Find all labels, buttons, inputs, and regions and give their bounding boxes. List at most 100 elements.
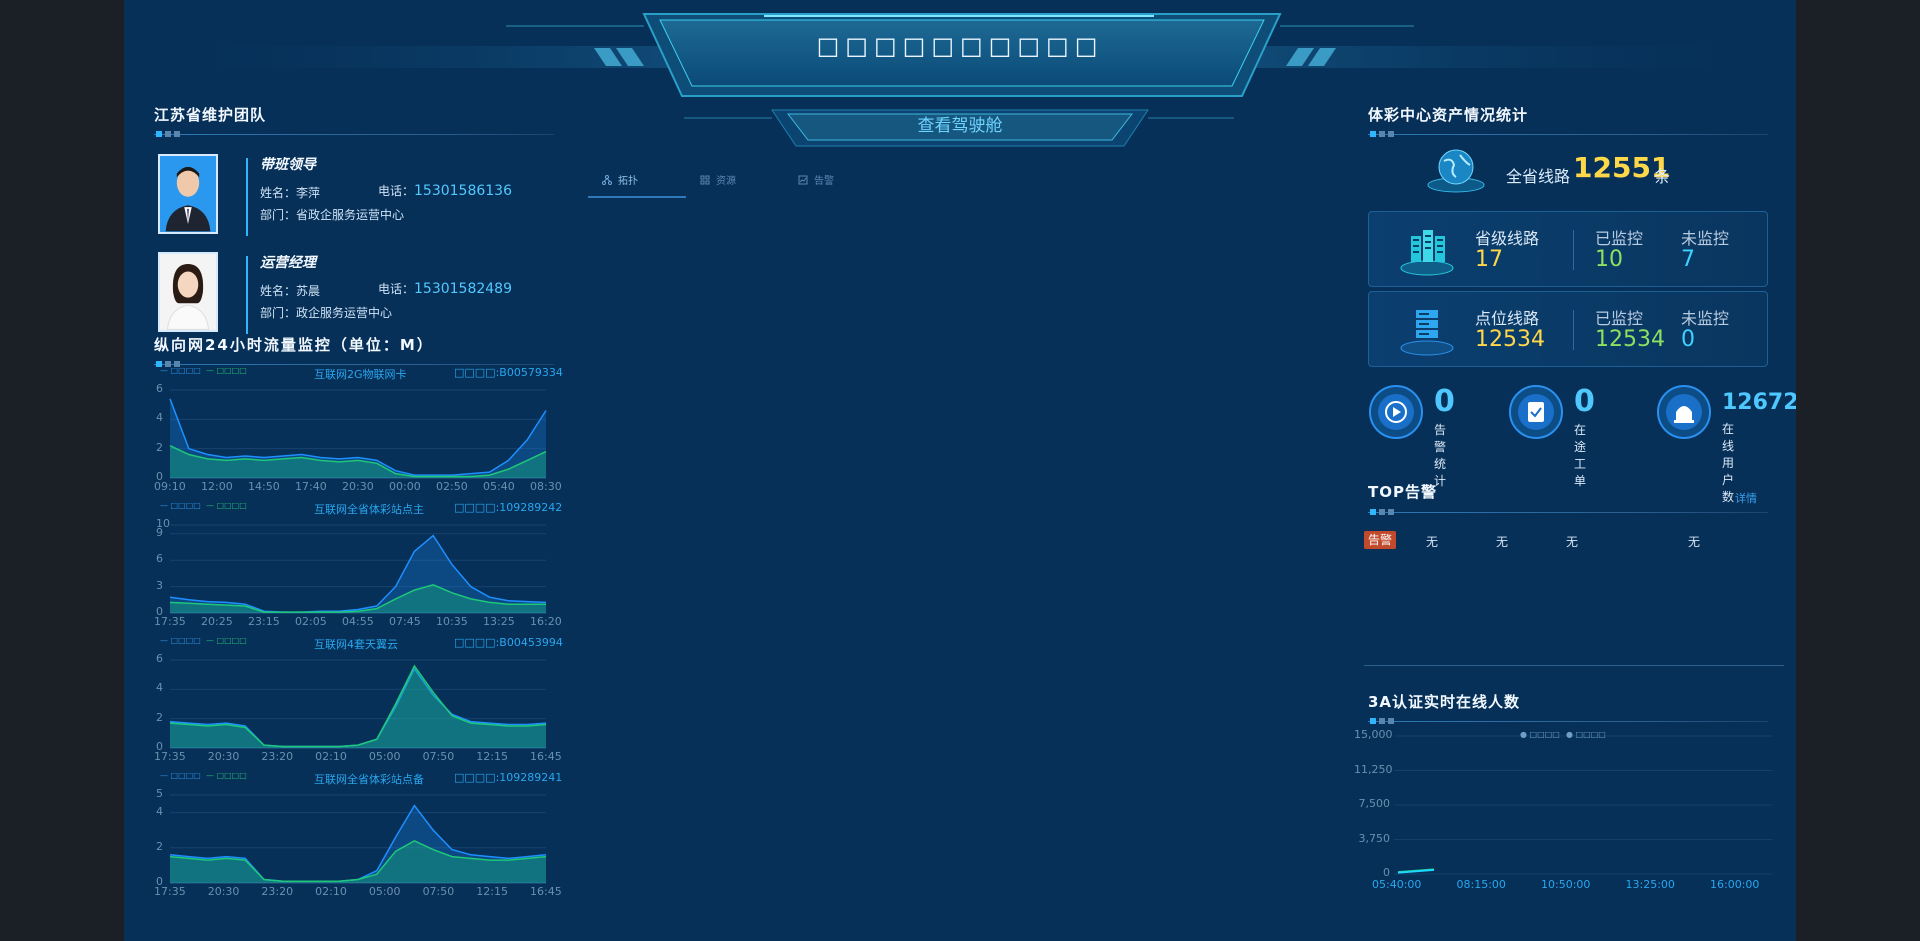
alarm-cell: 无 [1496,535,1509,549]
x-tick-label: 23:20 [261,750,294,763]
x-tick-label: 08:15:00 [1456,878,1506,891]
site-monitored-label: 已监控 [1595,309,1644,328]
page-title: □□□□□□□□□□ [816,32,1104,60]
province-lines-label: 省级线路 [1475,229,1540,248]
province-lines-box: 省级线路 17 已监控 10 未监控 7 [1368,211,1768,287]
chart-circuit-id: □□□□:109289241 [454,771,563,784]
traffic-chart-2: — □□□□ — □□□□ 互联网全省体彩站点主 □□□□:109289242 0 3 6 9… [154,501,562,636]
site-lines-value: 12534 [1475,327,1545,352]
chart-circuit-id: □□□□:B00579334 [454,366,563,379]
province-monitored-label: 已监控 [1595,229,1644,248]
alarm-cell: 无 [1566,535,1579,549]
chart-circuit-id: □□□□:B00453994 [454,636,563,649]
tab-alarm[interactable]: 告警 [784,172,882,198]
x-tick-label: 20:30 [207,885,240,898]
detail-link[interactable]: 详情 [1735,490,1757,506]
x-tick-label: 17:35 [154,750,186,763]
top-alarm-underline [1368,508,1768,518]
clipboard-icon [1509,385,1563,439]
view-cockpit-button[interactable]: 查看驾驶舱 [840,111,1080,136]
y-tick-label: 2 [156,440,163,454]
grid-icon [700,175,710,185]
traffic-chart-4: — □□□□ — □□□□ 互联网全省体彩站点备 □□□□:109289241 0 2 4 5… [154,771,562,906]
legend-inflow: — □□□□ [160,636,201,645]
leader-role: 带班领导 [260,157,316,173]
x-tick-label: 17:35 [154,885,186,898]
chart-title: 互联网全省体彩站点主 [314,503,424,516]
site-lines-box: 点位线路 12534 已监控 12534 未监控 0 [1368,291,1768,367]
legend-series-b: ● □□□□ [1566,730,1606,739]
legend-outflow: — □□□□ [206,501,247,510]
section-divider [1364,665,1784,666]
leader-photo [158,154,218,234]
leader-dept: 部门：省政企服务运营中心 [260,208,405,222]
online-users-chart: ● □□□□ ● □□□□ 0 3,750 7,500 11,250 15,000 05:40… [1352,724,1782,900]
legend-inflow: — □□□□ [160,366,201,375]
leader-accent-bar [246,158,248,236]
x-tick-label: 02:10 [315,885,347,898]
x-tick-label: 16:00:00 [1710,878,1760,891]
total-lines-row: 全省线路 12551 条 [1424,145,1724,195]
team-title-underline [154,130,554,140]
leader-card: 带班领导 姓名：李萍 电话：15301586136 部门：省政企服务运营中心 [154,154,534,246]
dashboard-stage: □□□□□□□□□□ 查看驾驶舱 江苏省维护团队 带班领导 姓名：李萍 电话：1… [124,0,1796,941]
online-plot [1394,735,1772,875]
divider [1573,230,1574,270]
chart-title: 互联网2G物联网卡 [314,368,407,381]
alarm-tag: 告警 [1364,531,1396,549]
y-tick-label: 2 [156,710,163,724]
asset-title-underline [1368,130,1768,140]
x-tick-label: 12:00 [201,480,233,493]
workorder-count: 0 [1574,384,1595,419]
series-area [170,840,546,883]
y-tick-label: 2 [156,839,163,853]
manager-role: 运营经理 [260,255,316,271]
play-icon [1369,385,1423,439]
alarm-cell: 无 [1688,535,1701,549]
legend-outflow: — □□□□ [206,771,247,780]
traffic-section-title: 纵向网24小时流量监控（单位：M） [154,336,434,354]
manager-name: 姓名：苏晨 [260,284,321,298]
x-tick-label: 12:15 [476,885,508,898]
y-tick-label: 6 [156,552,163,566]
divider [1573,310,1574,350]
x-tick-label: 05:40 [483,480,515,493]
y-tick-label: 15,000 [1354,728,1393,741]
y-tick-label: 7,500 [1358,797,1391,810]
x-tick-label: 20:30 [207,750,240,763]
site-monitored-value: 12534 [1595,327,1665,352]
manager-dept: 部门：政企服务运营中心 [260,306,393,320]
x-tick-label: 14:50 [248,480,280,493]
legend-inflow: — □□□□ [160,771,201,780]
province-unmonitored-label: 未监控 [1681,229,1730,248]
y-tick-label: 10 [156,517,170,530]
y-tick-label: 6 [156,652,163,665]
x-tick-label: 17:40 [295,480,327,493]
legend-outflow: — □□□□ [206,366,247,375]
alarm-count-label: 告警统计 [1434,423,1447,488]
tab-resource[interactable]: 资源 [686,172,784,198]
x-tick-label: 05:40:00 [1372,878,1422,891]
alarm-count: 0 [1434,384,1455,419]
x-tick-label: 20:25 [201,615,233,628]
x-tick-label: 02:10 [315,750,347,763]
tab-topology[interactable]: 拓扑 [588,172,686,198]
x-tick-label: 17:35 [154,615,186,628]
site-lines-label: 点位线路 [1475,309,1540,328]
series-area [170,535,546,613]
x-tick-label: 07:45 [389,615,421,628]
y-tick-label: 4 [156,681,163,695]
online-users-label: 在线用户数 [1722,422,1735,504]
y-tick-label: 4 [156,804,163,818]
chart-title: 互联网4套天翼云 [314,638,398,651]
alarm-cell: 无 [1426,535,1439,549]
site-unmonitored-value: 0 [1681,327,1695,352]
x-tick-label: 07:50 [422,750,455,763]
province-lines-value: 17 [1475,247,1503,272]
legend-inflow: — □□□□ [160,501,201,510]
workorder-count-label: 在途工单 [1574,423,1587,488]
total-lines-label: 全省线路 [1506,167,1571,186]
x-tick-label: 12:15 [476,750,508,763]
y-tick-label: 4 [156,411,163,425]
chart-icon [798,175,808,185]
